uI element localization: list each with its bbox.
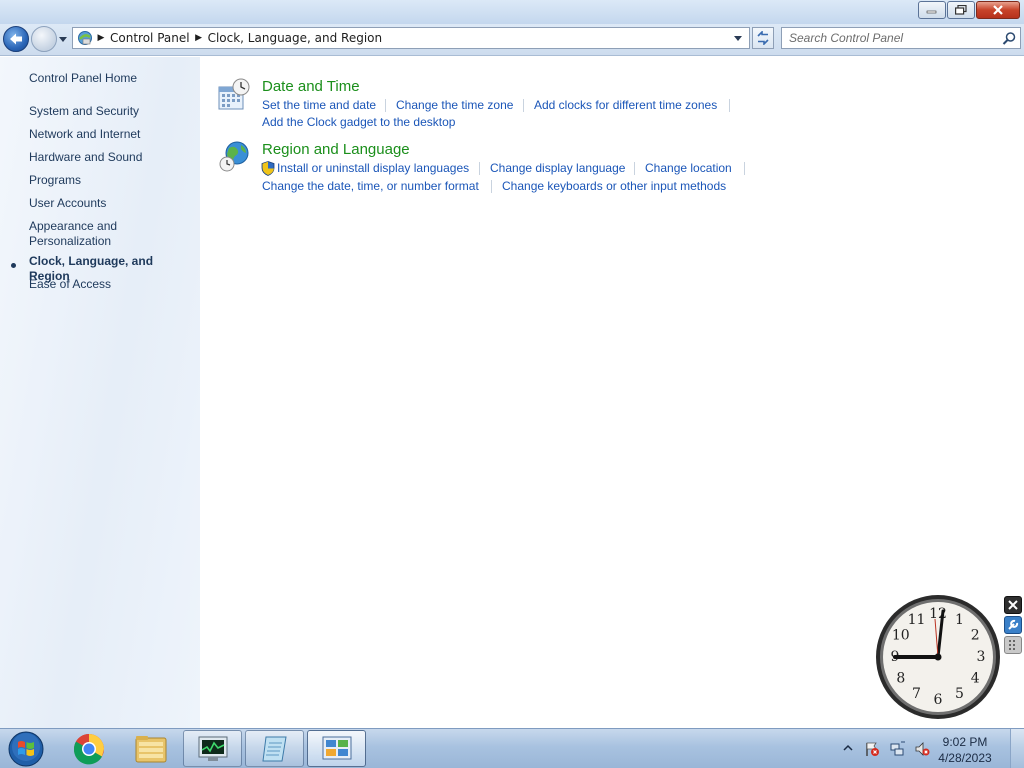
- navigation-bar: ▶ Control Panel ▶ Clock, Language, and R…: [0, 24, 1024, 56]
- breadcrumb-control-panel[interactable]: Control Panel: [108, 31, 192, 45]
- notepad-icon: [261, 736, 287, 761]
- clock-display[interactable]: 9:02 PM 4/28/2023: [930, 734, 1000, 766]
- address-history-dropdown[interactable]: [729, 28, 747, 48]
- refresh-icon: [757, 31, 769, 45]
- show-desktop-button[interactable]: [1010, 729, 1024, 768]
- link-add-clock-gadget[interactable]: Add the Clock gadget to the desktop: [262, 115, 455, 129]
- action-center-flag-icon[interactable]: [864, 741, 880, 757]
- window-controls: [917, 1, 1020, 19]
- link-change-date-time-number-format[interactable]: Change the date, time, or number format: [262, 179, 479, 193]
- breadcrumb-separator-icon[interactable]: ▶: [94, 33, 108, 43]
- sidebar-item-user-accounts[interactable]: User Accounts: [29, 196, 194, 211]
- breadcrumb-separator-icon[interactable]: ▶: [192, 33, 206, 43]
- control-panel-icon: [322, 736, 351, 759]
- link-separator: [634, 162, 635, 175]
- back-button[interactable]: [3, 26, 29, 52]
- category-title-date-time[interactable]: Date and Time: [262, 78, 360, 95]
- sidebar: Control Panel Home System and Security N…: [0, 57, 200, 728]
- link-separator: [523, 99, 524, 112]
- sidebar-item-ease-of-access[interactable]: Ease of Access: [29, 277, 194, 292]
- search-box: [781, 27, 1021, 49]
- link-change-keyboards[interactable]: Change keyboards or other input methods: [502, 179, 726, 193]
- gadget-options-button[interactable]: [1004, 616, 1022, 634]
- clock-gadget[interactable]: 121234567891011: [874, 594, 1002, 722]
- window-titlebar[interactable]: [0, 0, 1024, 24]
- taskbar-control-panel[interactable]: [307, 730, 366, 767]
- active-item-bullet-icon: [11, 263, 16, 268]
- sidebar-item-control-panel-home[interactable]: Control Panel Home: [29, 71, 194, 86]
- start-button[interactable]: [5, 730, 47, 768]
- volume-muted-icon[interactable]: [914, 741, 930, 757]
- link-add-clocks[interactable]: Add clocks for different time zones: [534, 98, 717, 112]
- taskbar-task-manager[interactable]: [183, 730, 242, 767]
- close-icon: [993, 5, 1003, 15]
- restore-icon: [955, 5, 967, 15]
- shield-icon: [261, 161, 275, 176]
- search-input[interactable]: [782, 28, 997, 48]
- minimize-button[interactable]: [918, 1, 946, 19]
- task-manager-icon: [198, 736, 227, 761]
- date-time-icon[interactable]: [217, 78, 251, 112]
- link-change-location[interactable]: Change location: [645, 161, 732, 175]
- recent-pages-button[interactable]: [58, 34, 68, 44]
- sidebar-item-hardware-sound[interactable]: Hardware and Sound: [29, 150, 194, 165]
- sidebar-item-appearance-personalization[interactable]: Appearance and Personalization: [29, 219, 129, 249]
- show-hidden-icons-icon[interactable]: [842, 742, 858, 758]
- address-bar[interactable]: ▶ Control Panel ▶ Clock, Language, and R…: [72, 27, 750, 49]
- clock-numeral: 5: [955, 686, 964, 702]
- clock-numeral: 7: [912, 686, 921, 702]
- drag-grip-icon: [1009, 640, 1015, 650]
- back-arrow-icon: [10, 33, 22, 45]
- clock-numeral: 6: [934, 692, 943, 708]
- taskbar: 9:02 PM 4/28/2023: [0, 728, 1024, 768]
- chrome-icon: [73, 733, 104, 764]
- sidebar-item-system-security[interactable]: System and Security: [29, 104, 194, 119]
- clock-numeral: 2: [971, 628, 980, 644]
- clock-time: 9:02 PM: [942, 735, 988, 749]
- link-install-display-languages[interactable]: Install or uninstall display languages: [277, 161, 469, 175]
- clock-numeral: 11: [908, 612, 926, 628]
- gadget-close-button[interactable]: [1004, 596, 1022, 614]
- wrench-icon: [1008, 619, 1019, 630]
- link-separator: [744, 162, 745, 175]
- restore-button[interactable]: [947, 1, 975, 19]
- forward-button[interactable]: [31, 26, 57, 52]
- windows-start-icon: [8, 731, 44, 767]
- gadget-drag-handle[interactable]: [1004, 636, 1022, 654]
- link-separator: [479, 162, 480, 175]
- taskbar-file-explorer[interactable]: [121, 730, 180, 767]
- taskbar-chrome[interactable]: [59, 730, 118, 767]
- clock-date: 4/28/2023: [938, 751, 992, 765]
- link-change-display-language[interactable]: Change display language: [490, 161, 625, 175]
- close-button[interactable]: [976, 1, 1020, 19]
- link-change-time-zone[interactable]: Change the time zone: [396, 98, 513, 112]
- taskbar-notepad[interactable]: [245, 730, 304, 767]
- link-separator: [385, 99, 386, 112]
- control-panel-location-icon: [76, 29, 94, 47]
- breadcrumb-clock-language-region[interactable]: Clock, Language, and Region: [206, 31, 385, 45]
- file-explorer-icon: [135, 735, 166, 762]
- clock-numeral: 10: [892, 628, 910, 644]
- clock-numeral: 12: [929, 606, 947, 622]
- minimize-icon: [926, 10, 937, 14]
- link-separator: [729, 99, 730, 112]
- chevron-down-icon: [59, 36, 67, 42]
- clock-numeral: 3: [977, 649, 986, 665]
- sidebar-item-network-internet[interactable]: Network and Internet: [29, 127, 194, 142]
- close-icon: [1008, 600, 1018, 610]
- refresh-button[interactable]: [752, 27, 774, 49]
- link-separator: [491, 180, 492, 193]
- globe-icon[interactable]: [217, 140, 251, 174]
- sidebar-item-programs[interactable]: Programs: [29, 173, 194, 188]
- category-title-region-language[interactable]: Region and Language: [262, 141, 410, 158]
- chevron-down-icon: [734, 35, 742, 41]
- network-icon[interactable]: [890, 741, 906, 757]
- clock-numeral: 4: [971, 671, 980, 687]
- notification-area: 9:02 PM 4/28/2023: [840, 729, 1024, 768]
- link-set-time-date[interactable]: Set the time and date: [262, 98, 376, 112]
- clock-numeral: 8: [896, 671, 905, 687]
- clock-numeral: 1: [955, 612, 964, 628]
- search-icon[interactable]: [1001, 31, 1017, 47]
